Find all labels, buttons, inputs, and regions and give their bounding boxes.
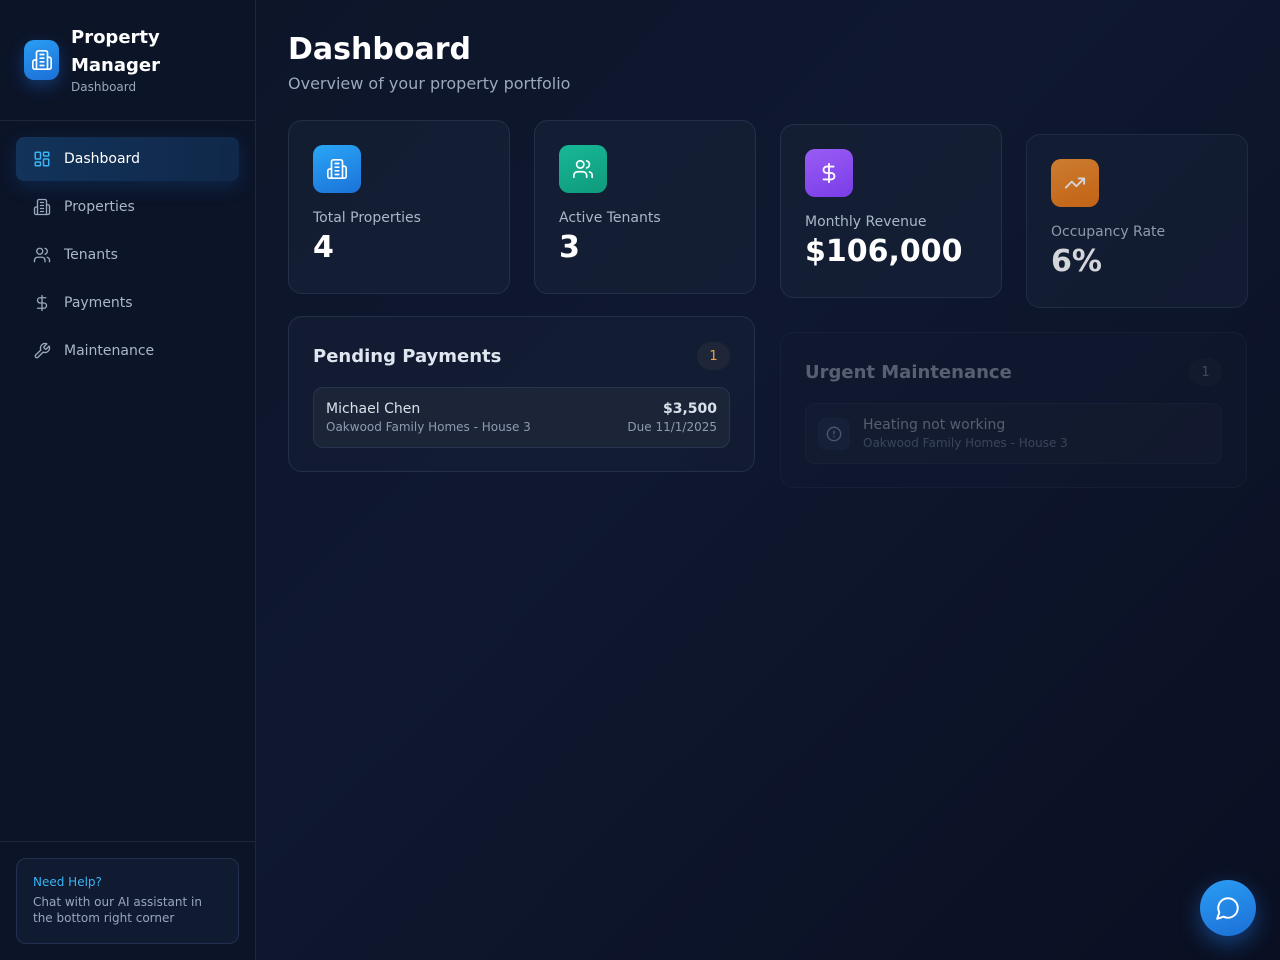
stat-value: $106,000 (805, 234, 963, 269)
tenant-name: Michael Chen (326, 401, 421, 417)
main-content: Dashboard Overview of your property port… (256, 0, 1280, 960)
trending-up-icon (1051, 159, 1099, 207)
sidebar-item-label: Properties (64, 199, 135, 215)
dollar-icon (805, 149, 853, 197)
users-icon (559, 145, 607, 193)
app-title: Property Manager (71, 27, 160, 76)
property-name: Oakwood Family Homes - House 3 (863, 436, 1068, 450)
stat-card-total-properties[interactable]: Total Properties 4 (288, 120, 510, 294)
app: Property Manager Dashboard Dashboard Pro… (0, 0, 1280, 960)
chat-bubble-icon (1215, 895, 1241, 921)
building-icon (32, 197, 52, 217)
users-icon (32, 245, 52, 265)
payment-row[interactable]: Michael Chen Oakwood Family Homes - Hous… (313, 387, 730, 448)
chat-button[interactable] (1200, 880, 1256, 936)
brand: Property Manager Dashboard (0, 0, 255, 121)
stat-label: Occupancy Rate (1051, 224, 1166, 240)
sidebar-item-tenants[interactable]: Tenants (16, 233, 239, 277)
sidebar-item-label: Tenants (64, 247, 118, 263)
dollar-icon (32, 293, 52, 313)
stat-card-monthly-revenue[interactable]: Monthly Revenue $106,000 (780, 124, 1002, 298)
help-section: Need Help? Chat with our AI assistant in… (0, 841, 255, 960)
building-icon (24, 40, 59, 80)
count-badge: 1 (697, 342, 730, 370)
payment-amount: $3,500 (662, 401, 717, 417)
sidebar-item-properties[interactable]: Properties (16, 185, 239, 229)
app-subtitle: Dashboard (71, 80, 137, 94)
stat-value: 3 (559, 230, 580, 265)
sidebar: Property Manager Dashboard Dashboard Pro… (0, 0, 256, 960)
urgent-maintenance-panel: Urgent Maintenance 1 Heating not working… (780, 332, 1247, 488)
maintenance-row[interactable]: Heating not working Oakwood Family Homes… (805, 403, 1222, 464)
sidebar-item-label: Dashboard (64, 151, 140, 167)
stat-value: 4 (313, 230, 334, 265)
help-text: Chat with our AI assistant in the bottom… (33, 895, 202, 925)
page-title: Dashboard (288, 32, 471, 67)
page-subtitle: Overview of your property portfolio (288, 74, 571, 93)
count-badge: 1 (1189, 358, 1222, 386)
stat-card-occupancy-rate[interactable]: Occupancy Rate 6% (1026, 134, 1248, 308)
sidebar-item-maintenance[interactable]: Maintenance (16, 329, 239, 373)
panel-title: Pending Payments (313, 345, 502, 367)
stat-value: 6% (1051, 244, 1102, 279)
building-icon (313, 145, 361, 193)
alert-circle-icon (818, 417, 850, 450)
sidebar-item-payments[interactable]: Payments (16, 281, 239, 325)
sidebar-nav: Dashboard Properties Tenants Payments Ma… (0, 121, 255, 393)
help-card: Need Help? Chat with our AI assistant in… (16, 858, 239, 944)
issue-title: Heating not working (863, 417, 1006, 433)
stat-label: Active Tenants (559, 210, 661, 226)
stat-label: Monthly Revenue (805, 214, 927, 230)
property-name: Oakwood Family Homes - House 3 (326, 420, 531, 434)
sidebar-item-dashboard[interactable]: Dashboard (16, 137, 239, 181)
wrench-icon (32, 341, 52, 361)
due-date: Due 11/1/2025 (627, 420, 717, 434)
grid-icon (32, 149, 52, 169)
pending-payments-panel: Pending Payments 1 Michael Chen Oakwood … (288, 316, 755, 472)
panel-title: Urgent Maintenance (805, 361, 1012, 383)
stat-card-active-tenants[interactable]: Active Tenants 3 (534, 120, 756, 294)
help-title: Need Help? (33, 875, 102, 889)
stat-label: Total Properties (313, 210, 421, 226)
sidebar-item-label: Maintenance (64, 343, 155, 359)
sidebar-item-label: Payments (64, 295, 133, 311)
